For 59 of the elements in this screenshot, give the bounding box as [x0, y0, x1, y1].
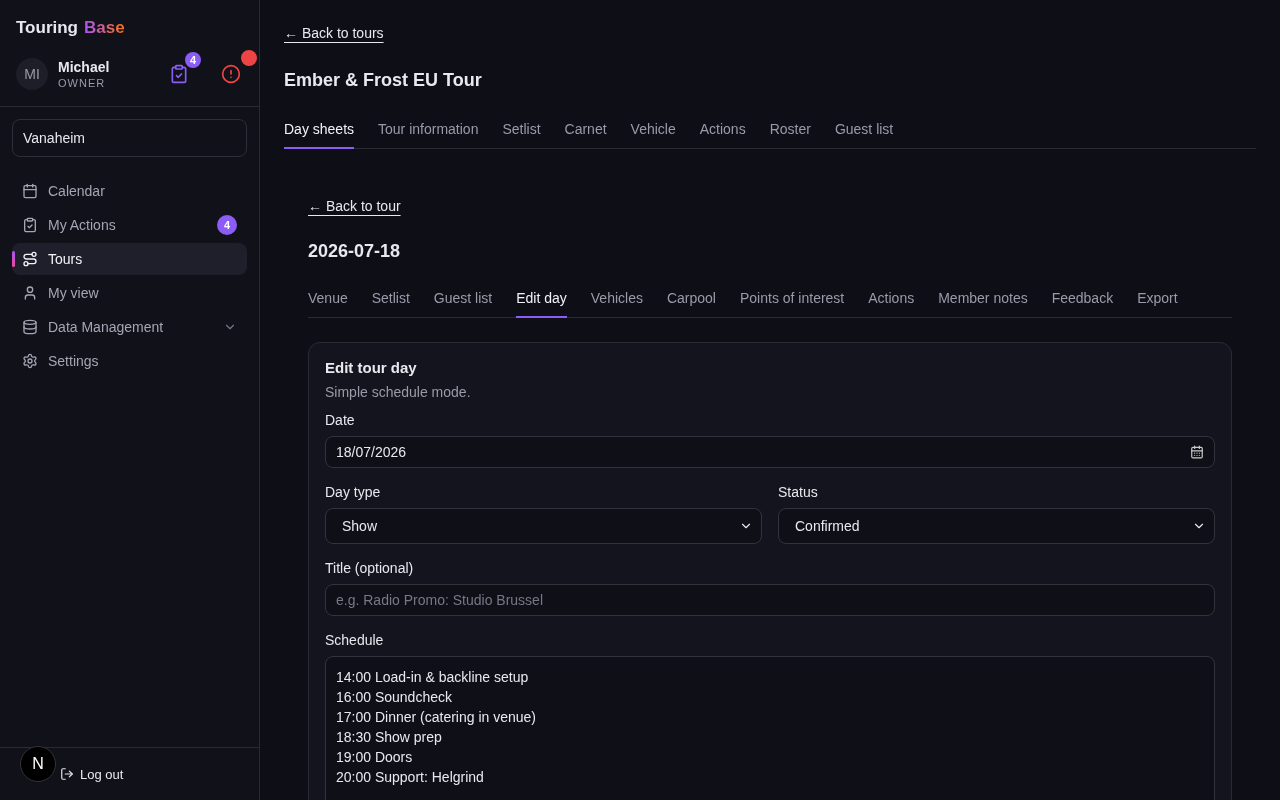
- dev-badge[interactable]: N: [20, 746, 56, 782]
- field-label: Status: [778, 484, 819, 500]
- count-badge: 4: [217, 215, 237, 235]
- tab[interactable]: Setlist: [502, 121, 541, 149]
- schedule-textarea[interactable]: 14:00 Load-in & backline setup 16:00 Soundcheck 17:00 Dinner (catering in venue) 18:30 Show prep 19:00 Doors 20:00 Support: Helgrind: [325, 656, 1215, 800]
- tour-title: Ember & Frost EU Tour: [284, 70, 483, 91]
- tab[interactable]: Vehicle: [630, 121, 676, 149]
- clipboard-check-icon: [22, 217, 38, 233]
- user-avatar: MI: [16, 58, 48, 90]
- date-field[interactable]: 18/07/2026: [325, 436, 1215, 468]
- card-title: Edit tour day: [325, 359, 418, 376]
- nav-item[interactable]: My view: [12, 277, 247, 309]
- user-role: OWNER: [58, 77, 107, 89]
- user-icon: [22, 285, 38, 301]
- route-icon: [22, 251, 38, 267]
- logout-icon: [60, 767, 74, 781]
- status-select[interactable]: Confirmed: [778, 508, 1215, 544]
- nav-item[interactable]: Tours: [12, 243, 247, 275]
- nav-item[interactable]: Calendar: [12, 175, 247, 207]
- back-link[interactable]: ← Back to tour: [308, 198, 401, 214]
- tab[interactable]: Feedback: [1051, 290, 1114, 318]
- tab[interactable]: Vehicles: [590, 290, 643, 318]
- calendar-icon: [1190, 445, 1204, 459]
- tab[interactable]: Guest list: [433, 290, 493, 318]
- tab[interactable]: Day sheets: [284, 121, 355, 149]
- tab[interactable]: Tour information: [378, 121, 479, 149]
- title-input[interactable]: e.g. Radio Promo: Studio Brussel: [325, 584, 1215, 616]
- field-label: Title (optional): [325, 560, 415, 576]
- nav-item[interactable]: Data Management: [12, 311, 247, 343]
- tab[interactable]: Guest list: [834, 121, 894, 149]
- tab[interactable]: Actions: [868, 290, 915, 318]
- settings-icon: [22, 353, 38, 369]
- alerts-button[interactable]: [219, 62, 243, 86]
- card-subtitle: Simple schedule mode.: [325, 384, 472, 400]
- field-label: Day type: [325, 484, 382, 500]
- back-link[interactable]: ← Back to tours: [284, 25, 384, 41]
- tab[interactable]: Roster: [769, 121, 811, 149]
- count-badge: 4: [185, 52, 201, 68]
- tab[interactable]: Export: [1137, 290, 1178, 318]
- field-label: Date: [325, 412, 356, 428]
- brand-name: Touring: [16, 18, 78, 38]
- field-label: Schedule: [325, 632, 385, 648]
- nav-item[interactable]: Settings: [12, 345, 247, 377]
- tab[interactable]: Edit day: [516, 290, 567, 318]
- tab[interactable]: Carpool: [666, 290, 716, 318]
- logout-link[interactable]: Log out: [60, 766, 124, 782]
- tab[interactable]: Points of interest: [740, 290, 845, 318]
- tab[interactable]: Setlist: [371, 290, 410, 318]
- tab[interactable]: Member notes: [938, 290, 1028, 318]
- nav-item[interactable]: My Actions 4: [12, 209, 247, 241]
- tab[interactable]: Carnet: [564, 121, 607, 149]
- tab[interactable]: Venue: [308, 290, 348, 318]
- day-title: 2026-07-18: [308, 241, 402, 262]
- calendar-icon: [22, 183, 38, 199]
- day-type-select[interactable]: Show: [325, 508, 762, 544]
- tab[interactable]: Actions: [699, 121, 746, 149]
- user-name: Michael: [58, 59, 111, 75]
- workspace-selector[interactable]: Vanaheim: [12, 119, 247, 157]
- database-icon: [22, 319, 38, 335]
